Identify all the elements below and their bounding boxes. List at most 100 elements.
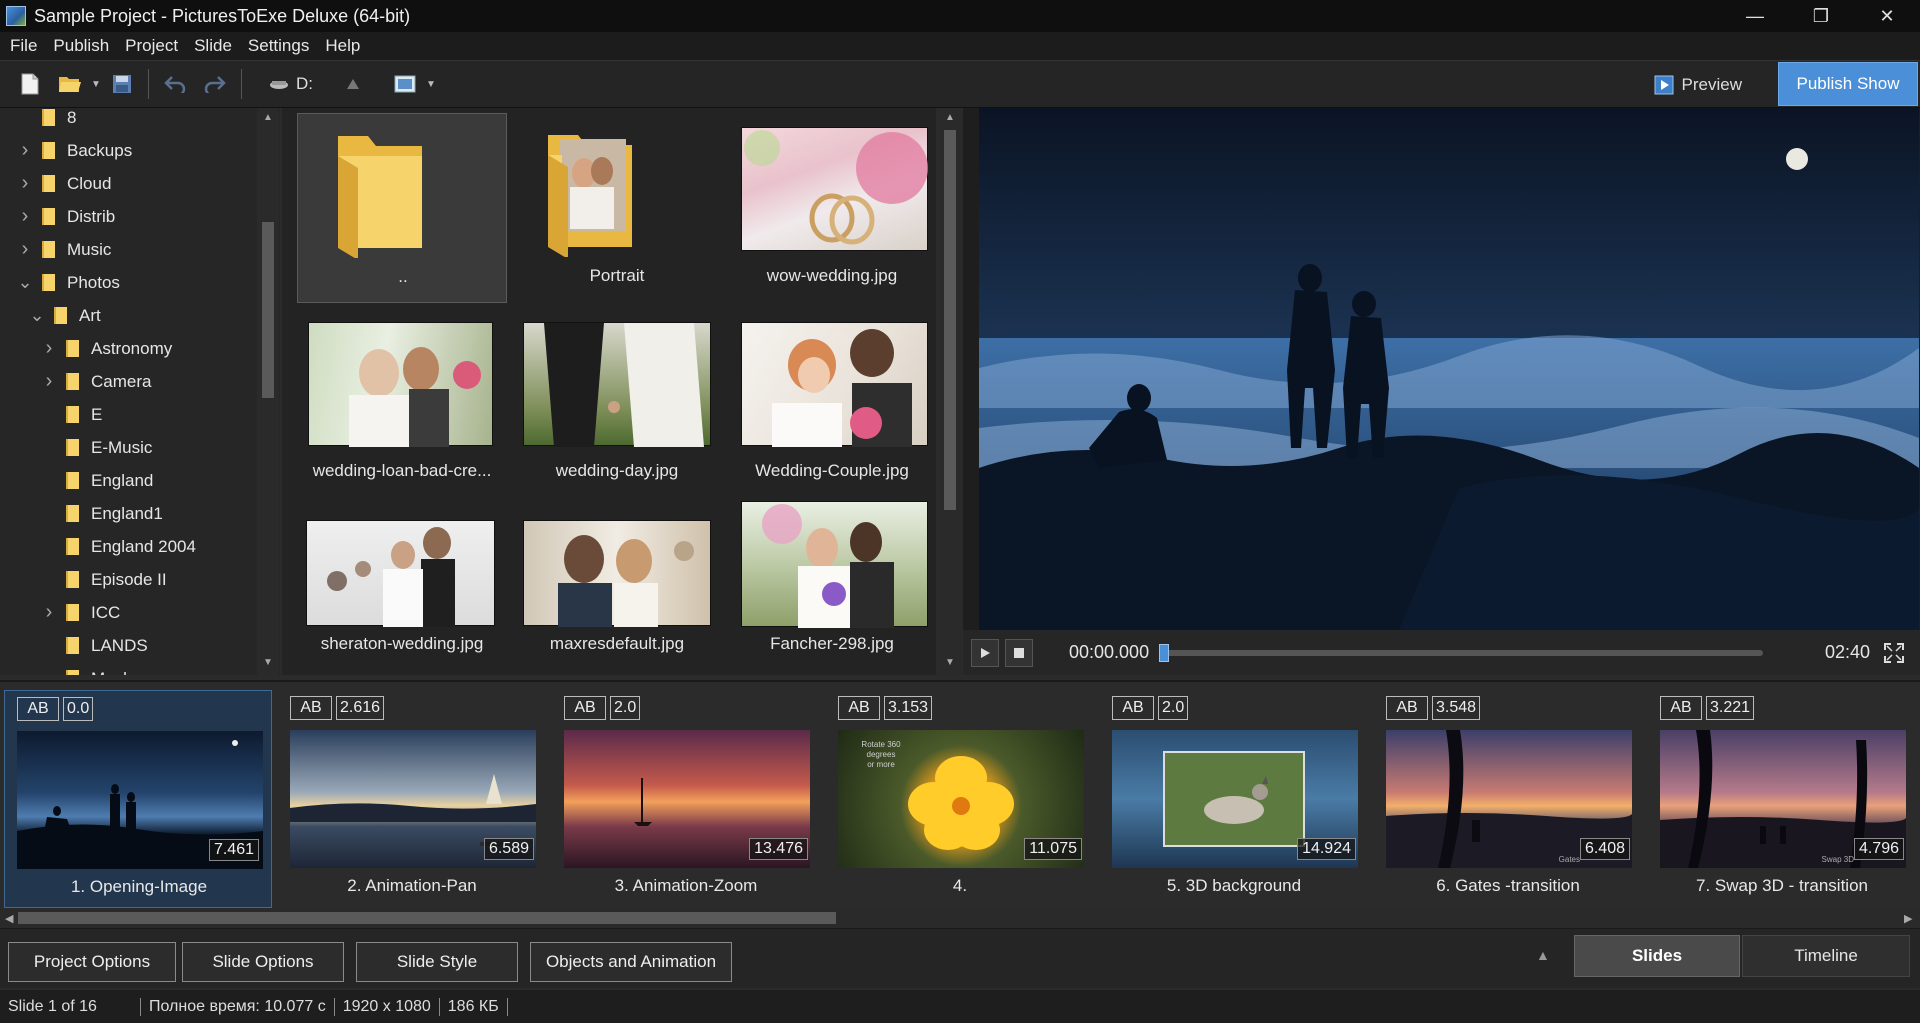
slide-item[interactable]: AB 2.0 14.924 5. 3D background [1100, 690, 1368, 908]
scroll-down-arrow[interactable]: ▼ [944, 657, 956, 669]
tree-item[interactable]: ⌄ Art [0, 299, 100, 332]
chevron-right-icon[interactable]: › [18, 238, 32, 260]
save-project-button[interactable] [102, 64, 142, 104]
project-options-button[interactable]: Project Options [8, 942, 176, 982]
slide-item[interactable]: AB 2.616 6.589 2. Animation-Pan [278, 690, 546, 908]
file-item-portrait-folder[interactable]: Portrait [512, 113, 722, 303]
file-item-parent[interactable]: .. [297, 113, 507, 303]
tree-item[interactable]: England1 [0, 497, 163, 530]
chevron-right-icon[interactable]: › [18, 139, 32, 161]
scroll-up-arrow[interactable]: ▲ [262, 112, 274, 124]
window-controls: — ❐ ✕ [1722, 0, 1920, 32]
slide-name: 5. 3D background [1166, 876, 1302, 895]
tree-item[interactable]: › Cloud [0, 167, 112, 200]
playback-track[interactable] [1159, 644, 1763, 662]
play-icon [981, 647, 990, 658]
chevron-right-icon[interactable]: › [42, 370, 56, 392]
tab-timeline[interactable]: Timeline [1742, 935, 1910, 977]
view-mode-button[interactable] [385, 64, 425, 104]
tree-item[interactable]: › Backups [0, 134, 133, 167]
file-item-wedding-loan[interactable]: wedding-loan-bad-cre... [297, 308, 507, 498]
folder-up-button[interactable] [333, 64, 373, 104]
tree-item[interactable]: Mask [0, 662, 132, 675]
redo-button[interactable] [195, 64, 235, 104]
slide-transition-duration: 2.0 [1158, 696, 1189, 720]
minimize-button[interactable]: — [1722, 0, 1788, 32]
slide-item[interactable]: AB 2.0 13.476 3. Animation-Zoom [552, 690, 820, 908]
slide-item[interactable]: AB 3.221 Swap 3D 4.796 7. Swap 3D - transiti… [1648, 690, 1916, 908]
file-item-sheraton-wedding[interactable]: sheraton-wedding.jpg [297, 503, 507, 675]
tree-item[interactable]: 8 [0, 108, 76, 134]
tree-item[interactable]: › Astronomy [0, 332, 173, 365]
slides-scroll-thumb[interactable] [18, 912, 836, 924]
tree-item[interactable]: England [0, 464, 153, 497]
files-scroll-thumb[interactable] [944, 130, 956, 510]
slide-item[interactable]: AB 3.548 Gates 6.408 6. Gates -transition [1374, 690, 1642, 908]
tree-item[interactable]: › Distrib [0, 200, 116, 233]
menu-settings[interactable]: Settings [240, 32, 317, 60]
tree-item[interactable]: Episode II [0, 563, 167, 596]
slide-item[interactable]: AB 3.153 Rotate 360 degrees or more 11.075 4. [826, 690, 1094, 908]
total-time: 02:40 [1825, 642, 1871, 662]
file-item-fancher[interactable]: Fancher-298.jpg [727, 501, 936, 675]
fullscreen-button[interactable] [1883, 642, 1905, 664]
file-item-wedding-day[interactable]: wedding-day.jpg [512, 308, 722, 498]
open-project-button[interactable] [50, 64, 90, 104]
drive-select-button[interactable] [266, 64, 292, 104]
fullscreen-icon [1884, 643, 1904, 663]
slide-style-button[interactable]: Slide Style [356, 942, 518, 982]
undo-button[interactable] [155, 64, 195, 104]
chevron-right-icon[interactable]: › [18, 205, 32, 227]
tree-item[interactable]: › Camera [0, 365, 152, 398]
preview-button[interactable]: Preview [1636, 67, 1760, 103]
file-item-maxresdefault[interactable]: maxresdefault.jpg [512, 503, 722, 675]
maximize-button[interactable]: ❐ [1788, 0, 1854, 32]
tree-scrollbar[interactable]: ▲ ▼ [257, 108, 279, 675]
menu-help[interactable]: Help [317, 32, 368, 60]
chevron-down-icon[interactable]: ⌄ [29, 305, 44, 325]
chevron-right-icon[interactable]: › [18, 172, 32, 194]
tree-item[interactable]: ⌄ Photos [0, 266, 119, 299]
collapse-panel-button[interactable]: ▲ [1536, 947, 1554, 965]
tab-slides[interactable]: Slides [1574, 935, 1740, 977]
file-item-wedding-couple[interactable]: Wedding-Couple.jpg [727, 308, 936, 498]
files-scrollbar[interactable]: ▲ ▼ [938, 108, 962, 675]
file-thumbnail [523, 520, 711, 627]
scroll-down-arrow[interactable]: ▼ [262, 657, 274, 669]
tree-item[interactable]: LANDS [0, 629, 148, 662]
play-button[interactable] [971, 638, 999, 667]
menu-slide[interactable]: Slide [186, 32, 240, 60]
tree-item[interactable]: E [0, 398, 102, 431]
scroll-right-arrow[interactable]: ▶ [1904, 912, 1912, 925]
playback-position-knob[interactable] [1159, 644, 1169, 662]
scroll-left-arrow[interactable]: ◀ [5, 912, 13, 925]
tree-item[interactable]: › Music [0, 233, 112, 266]
chevron-down-icon[interactable]: ⌄ [17, 272, 32, 292]
new-project-button[interactable] [10, 64, 50, 104]
beach-silhouette-image [979, 108, 1919, 630]
tree-item[interactable]: E-Music [0, 431, 152, 464]
close-button[interactable]: ✕ [1854, 0, 1920, 32]
menu-publish[interactable]: Publish [45, 32, 117, 60]
tree-item[interactable]: England 2004 [0, 530, 196, 563]
objects-animation-button[interactable]: Objects and Animation [530, 942, 732, 982]
slide-list: AB 0.0 7.461 1. Opening-Image AB 2.616 6.589 2.… [0, 680, 1920, 908]
open-recent-dropdown[interactable]: ▼ [90, 79, 102, 90]
file-name: Wedding-Couple.jpg [755, 461, 909, 480]
chevron-right-icon[interactable]: › [42, 601, 56, 623]
tree-item-label: Mask [91, 669, 132, 676]
scroll-up-arrow[interactable]: ▲ [944, 112, 956, 124]
slide-item[interactable]: AB 0.0 7.461 1. Opening-Image [4, 690, 272, 908]
tree-scroll-thumb[interactable] [262, 222, 274, 398]
view-mode-dropdown[interactable]: ▼ [425, 79, 437, 90]
menu-file[interactable]: File [2, 32, 45, 60]
publish-show-button[interactable]: Publish Show [1778, 62, 1918, 106]
chevron-right-icon[interactable]: › [42, 337, 56, 359]
tree-item-label: Distrib [67, 206, 116, 226]
slides-scrollbar[interactable]: ◀ ▶ [0, 908, 1920, 928]
tree-item[interactable]: › ICC [0, 596, 121, 629]
slide-options-button[interactable]: Slide Options [182, 942, 344, 982]
file-item-wow-wedding[interactable]: wow-wedding.jpg [727, 113, 936, 303]
stop-button[interactable] [1005, 638, 1033, 667]
menu-project[interactable]: Project [117, 32, 186, 60]
